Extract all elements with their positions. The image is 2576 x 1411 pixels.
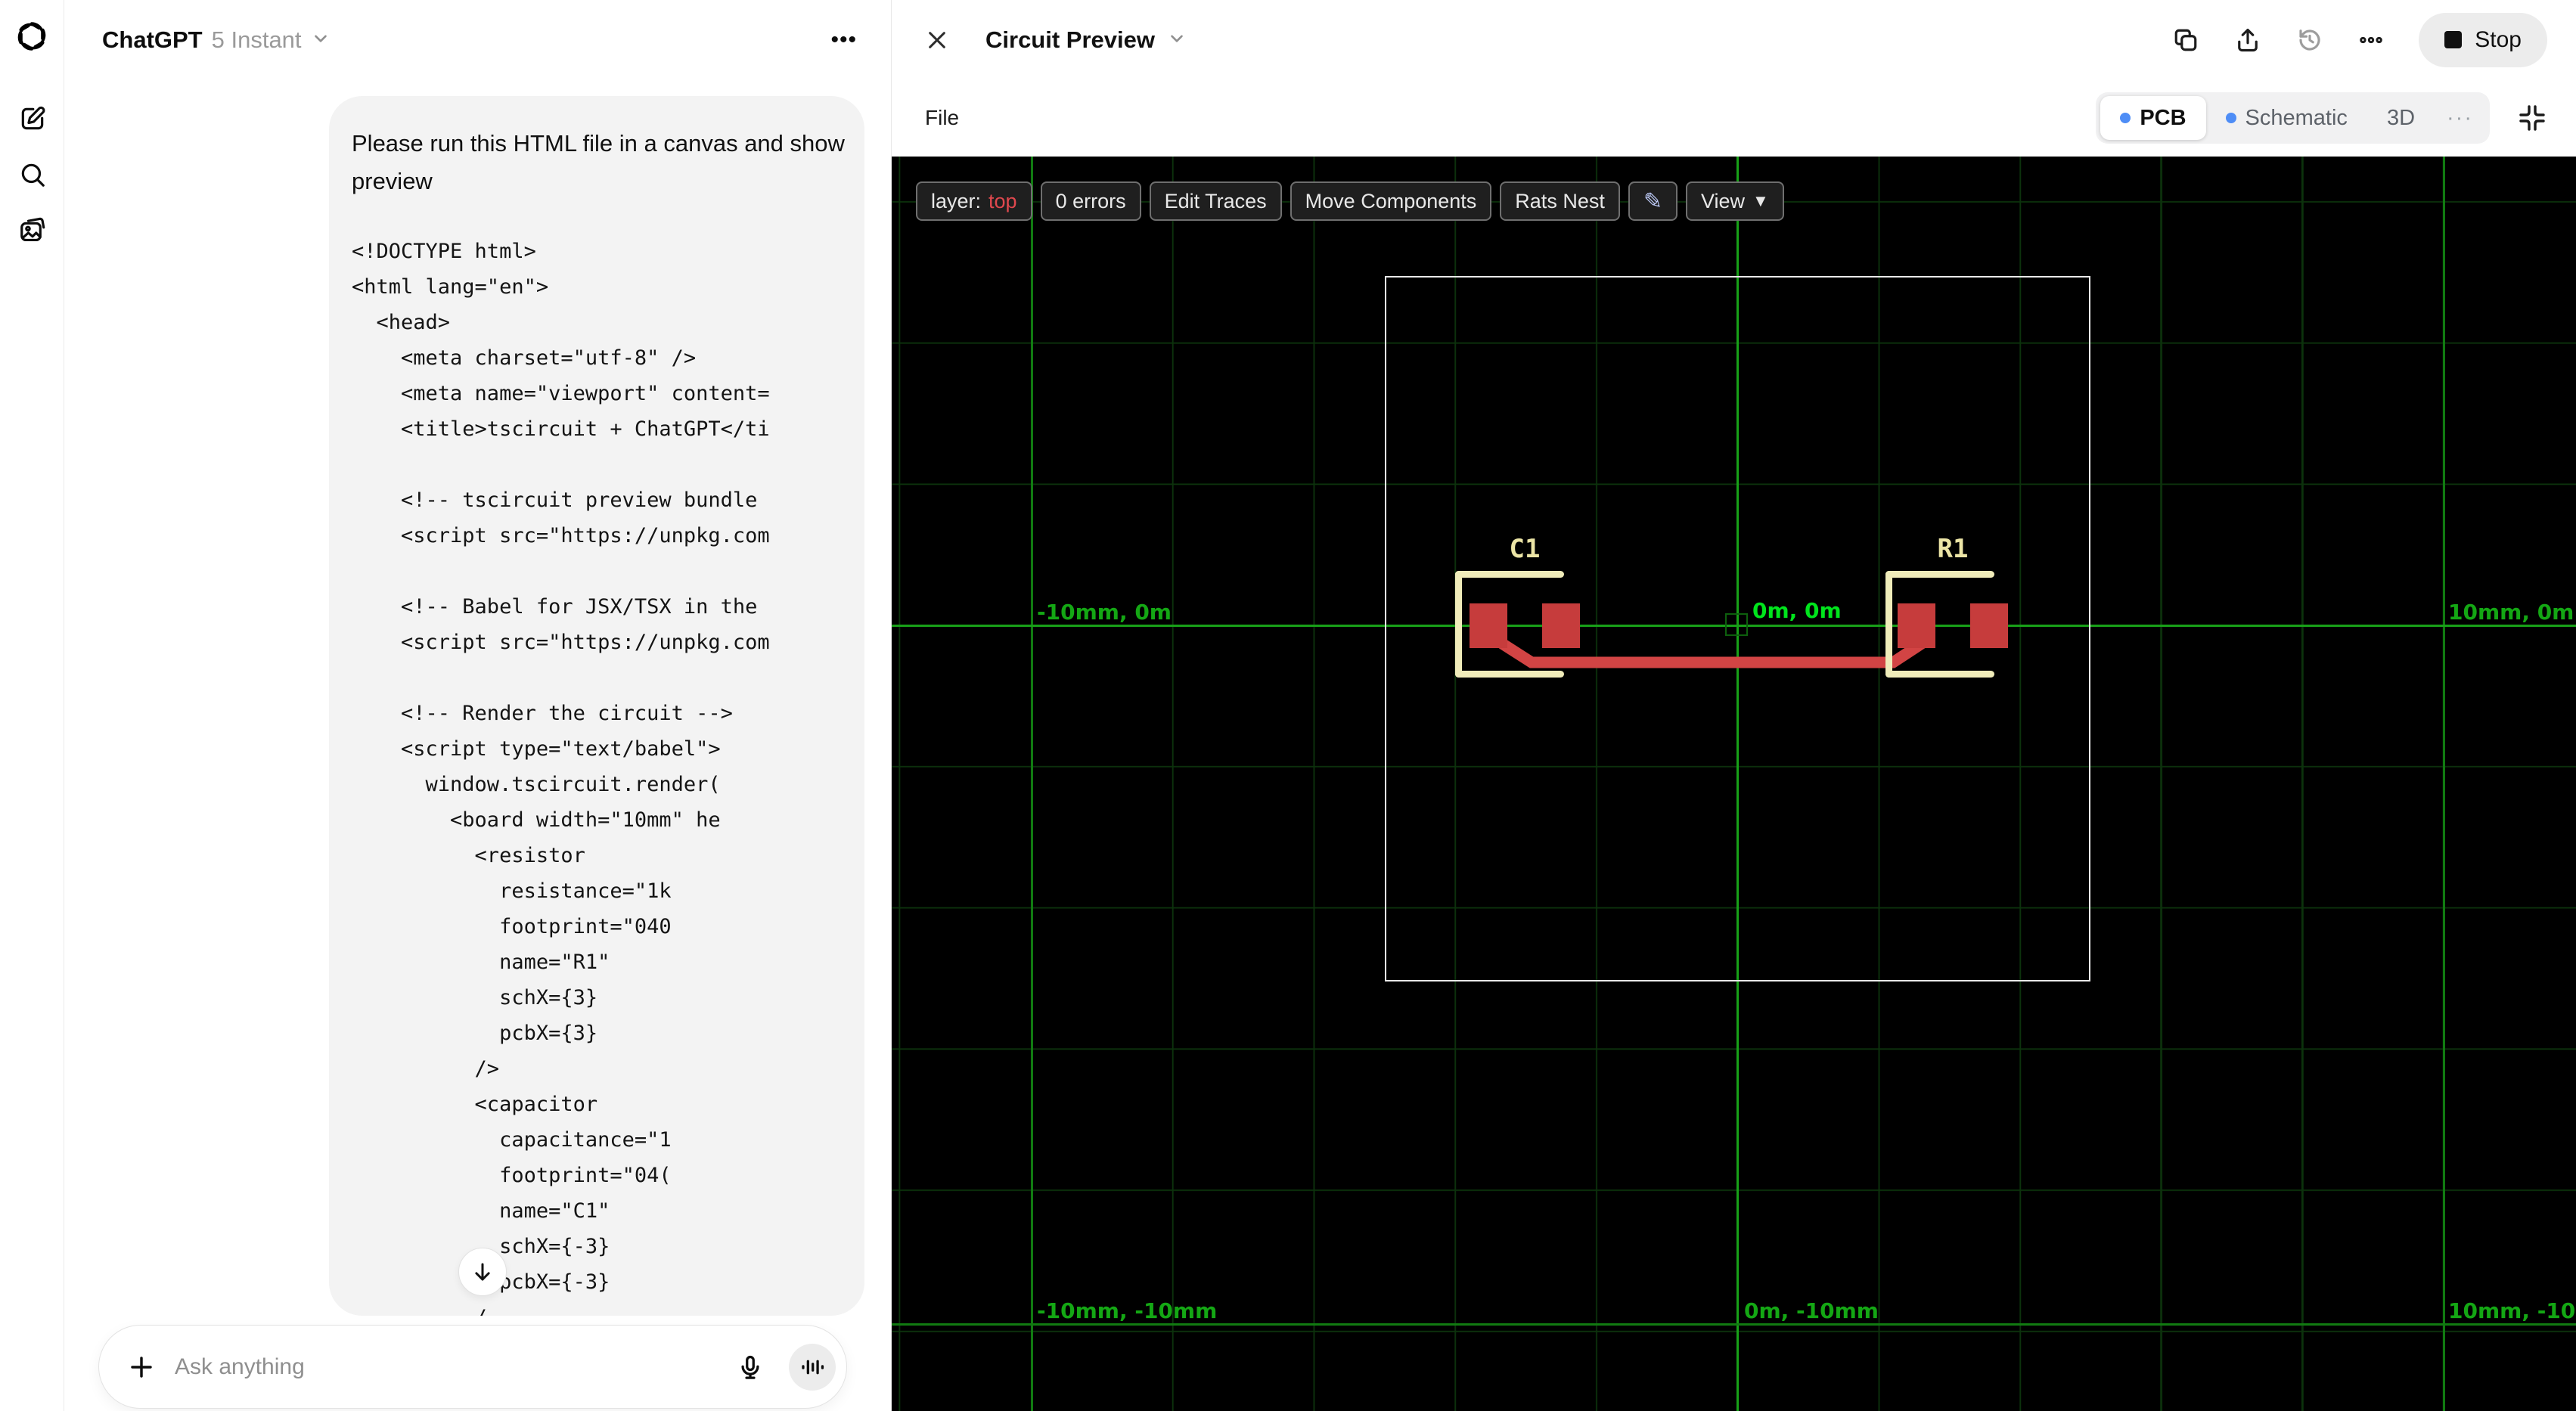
errors-button[interactable]: 0 errors [1040, 181, 1141, 221]
chat-title[interactable]: ChatGPT [102, 26, 203, 54]
tab-3d-label: 3D [2386, 105, 2416, 130]
user-message-text: Please run this HTML file in a canvas an… [352, 130, 845, 194]
chat-header: ChatGPT 5 Instant ••• [64, 0, 891, 79]
search-icon[interactable] [17, 159, 48, 191]
grid-major-hline [892, 1323, 2576, 1326]
circuit-preview-panel: Circuit Preview Stop File PCB Schematic … [891, 0, 2576, 1411]
caret-down-icon: ▼ [1752, 191, 1769, 210]
stop-button[interactable]: Stop [2419, 12, 2547, 67]
stop-label: Stop [2475, 26, 2522, 52]
preview-subheader: File PCB Schematic 3D ··· [892, 79, 2576, 157]
rats-nest-button[interactable]: Rats Nest [1500, 181, 1620, 221]
history-icon[interactable] [2296, 26, 2323, 54]
r1-pad-2[interactable] [1970, 603, 2008, 648]
c1-pad-2[interactable] [1542, 603, 1580, 648]
r1-ref-label[interactable]: R1 [1923, 534, 1983, 564]
c1-pad-1[interactable] [1470, 603, 1507, 648]
grid-label-bottom-left: -10mm, -10mm [1037, 1298, 1218, 1323]
blue-dot-icon [2225, 113, 2236, 123]
r1-silkscreen-bottom [1885, 671, 1994, 678]
pcb-canvas[interactable]: C1 R1 0m, 0m -10mm, 0m 10mm, 0m -10mm, -… [892, 157, 2576, 1411]
grid-label-origin: 0m, 0m [1752, 598, 1842, 623]
pencil-tool-button[interactable]: ✎ [1628, 181, 1678, 221]
chatgpt-logo-icon[interactable] [15, 20, 48, 57]
attach-plus-icon[interactable] [128, 1354, 155, 1381]
edit-traces-button[interactable]: Edit Traces [1149, 181, 1282, 221]
c1-silkscreen-bottom [1455, 671, 1564, 678]
pencil-icon: ✎ [1643, 188, 1662, 214]
chat-options-icon[interactable]: ••• [830, 28, 857, 51]
tab-schematic[interactable]: Schematic [2206, 96, 2367, 140]
c1-silkscreen-top [1455, 571, 1564, 578]
tab-schematic-label: Schematic [2245, 105, 2348, 130]
user-message-bubble: Please run this HTML file in a canvas an… [329, 96, 864, 1316]
grid-label-right: 10mm, 0m [2448, 600, 2574, 625]
microphone-icon[interactable] [737, 1354, 763, 1380]
tabs-more-icon[interactable]: ··· [2435, 106, 2485, 131]
chevron-down-icon[interactable] [1167, 28, 1187, 51]
preview-header: Circuit Preview Stop [892, 0, 2576, 79]
tab-3d[interactable]: 3D [2367, 96, 2435, 140]
c1-silkscreen-left [1455, 571, 1462, 678]
c1-ref-label[interactable]: C1 [1494, 534, 1555, 564]
layer-label: layer: [931, 189, 982, 212]
grid-major-vline [1031, 157, 1033, 1411]
move-components-button[interactable]: Move Components [1290, 181, 1492, 221]
app-window: ChatGPT 5 Instant ••• Please run this HT… [0, 0, 2576, 1411]
copy-icon[interactable] [2172, 26, 2199, 54]
scroll-to-bottom-button[interactable] [458, 1248, 507, 1296]
voice-mode-button[interactable] [789, 1343, 836, 1391]
grid-label-left: -10mm, 0m [1037, 600, 1172, 625]
grid-label-bottom-center: 0m, -10mm [1744, 1298, 1879, 1323]
r1-silkscreen-top [1885, 571, 1994, 578]
preview-title[interactable]: Circuit Preview [985, 26, 1155, 54]
preview-actions: Stop [2172, 12, 2547, 67]
blue-dot-icon [2120, 113, 2131, 123]
grid-label-bottom-right: 10mm, -10mm [2448, 1298, 2576, 1323]
share-icon[interactable] [2234, 26, 2261, 54]
library-icon[interactable] [17, 214, 48, 246]
view-label: View [1700, 189, 1746, 212]
collapse-icon[interactable] [2517, 103, 2547, 133]
r1-silkscreen-left [1885, 571, 1892, 678]
layer-button[interactable]: layer: top [916, 181, 1032, 221]
layer-value: top [989, 189, 1017, 212]
stop-square-icon [2444, 31, 2463, 48]
tab-pcb-label: PCB [2140, 105, 2186, 130]
chat-panel: ChatGPT 5 Instant ••• Please run this HT… [64, 0, 891, 1411]
user-message-code: <!DOCTYPE html> <html lang="en"> <head> … [352, 240, 770, 1316]
pcb-toolbar: layer: top 0 errors Edit Traces Move Com… [916, 181, 1784, 221]
chevron-down-icon[interactable] [311, 28, 331, 51]
new-chat-icon[interactable] [17, 103, 48, 135]
close-icon[interactable] [925, 28, 949, 52]
origin-marker [1725, 613, 1748, 636]
file-menu[interactable]: File [925, 106, 959, 130]
view-dropdown-button[interactable]: View ▼ [1685, 181, 1784, 221]
tab-pcb[interactable]: PCB [2100, 96, 2206, 140]
chat-input[interactable] [175, 1354, 737, 1380]
more-options-icon[interactable] [2358, 27, 2384, 53]
chat-model-label[interactable]: 5 Instant [212, 26, 302, 54]
view-tabs: PCB Schematic 3D ··· [2096, 92, 2490, 144]
left-rail [0, 0, 64, 1411]
composer[interactable] [98, 1325, 847, 1409]
grid-major-vline [2443, 157, 2445, 1411]
r1-pad-1[interactable] [1898, 603, 1935, 648]
